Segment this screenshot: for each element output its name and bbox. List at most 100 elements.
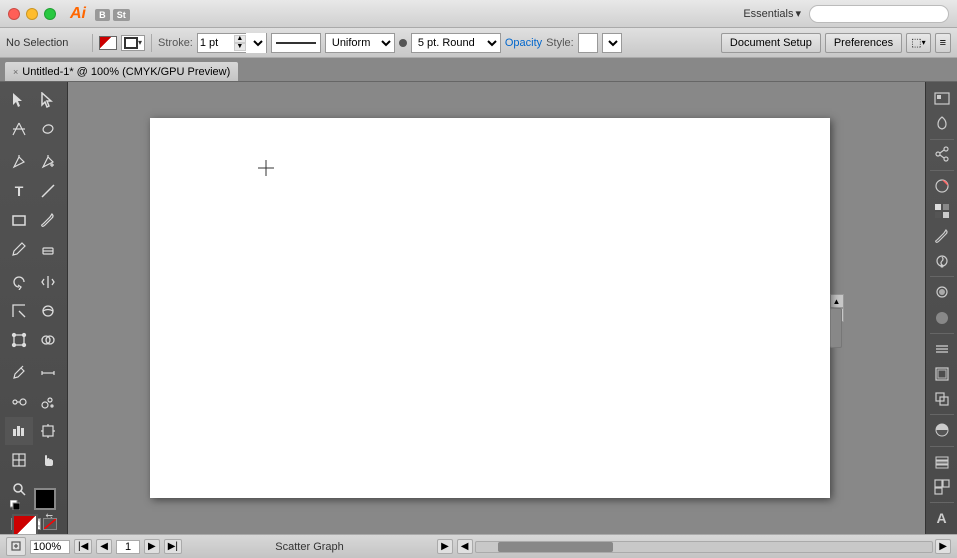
transparency-panel-button[interactable] [928, 418, 956, 442]
essentials-button[interactable]: Essentials ▾ [743, 7, 801, 20]
hscroll-thumb[interactable] [498, 542, 612, 552]
more-options-button[interactable]: ≡ [935, 33, 951, 53]
eyedropper-tool[interactable] [5, 359, 33, 387]
stroke-unit-select[interactable]: pt [246, 33, 266, 53]
align-panel-button[interactable] [928, 337, 956, 361]
symbol-sprayer-tool[interactable] [34, 388, 62, 416]
stroke-width-down[interactable]: ▼ [234, 43, 246, 51]
style-swatch[interactable] [578, 33, 598, 53]
stroke-style-dropdown[interactable]: ▾ [121, 35, 145, 51]
titlebar-right: Essentials ▾ [743, 5, 949, 23]
transform-panel-button[interactable] [928, 362, 956, 386]
column-graph-tool[interactable] [5, 417, 33, 445]
tool-row-11 [5, 388, 62, 416]
panel-separator-3 [930, 276, 954, 277]
magic-wand-tool[interactable] [5, 115, 33, 143]
style-select[interactable]: ▾ [602, 33, 622, 53]
tool-row-8 [5, 297, 62, 325]
type-tool[interactable]: T [5, 177, 33, 205]
zoom-input[interactable] [30, 540, 70, 554]
hscroll-right-button[interactable]: ▶ [935, 539, 951, 554]
slice-tool[interactable] [5, 446, 33, 474]
tab-title: Untitled-1* @ 100% (CMYK/GPU Preview) [22, 66, 230, 78]
more-options-icon: ≡ [940, 37, 946, 49]
stroke-width-input[interactable] [198, 37, 234, 49]
reflect-tool[interactable] [34, 268, 62, 296]
last-page-button[interactable]: ▶| [164, 539, 182, 554]
default-colors-icon[interactable] [10, 500, 22, 512]
share-panel-button[interactable] [928, 142, 956, 166]
shape-builder-tool[interactable] [34, 326, 62, 354]
warp-tool[interactable] [34, 297, 62, 325]
scroll-thumb[interactable] [830, 308, 842, 348]
libraries-panel-button[interactable] [928, 111, 956, 135]
free-transform-tool[interactable] [5, 326, 33, 354]
document-setup-button[interactable]: Document Setup [721, 33, 821, 53]
line-segment-tool[interactable] [34, 177, 62, 205]
panel-separator-5 [930, 414, 954, 415]
hand-tool[interactable] [34, 446, 62, 474]
canvas [150, 118, 830, 498]
symbols-panel-button[interactable] [928, 249, 956, 273]
direct-selection-tool[interactable] [34, 86, 62, 114]
search-input[interactable] [809, 5, 949, 23]
hscroll-track[interactable] [475, 541, 934, 553]
minimize-button[interactable] [26, 8, 38, 20]
stroke-width-up[interactable]: ▲ [234, 35, 246, 43]
artboard-tool[interactable] [34, 417, 62, 445]
fill-well[interactable] [12, 514, 38, 534]
measure-tool[interactable] [34, 359, 62, 387]
close-button[interactable] [8, 8, 20, 20]
zoom-tool[interactable] [5, 475, 33, 503]
fill-color-swatch[interactable] [99, 36, 117, 50]
rotate-tool[interactable] [5, 268, 33, 296]
lasso-tool[interactable] [34, 115, 62, 143]
rect-tool[interactable] [5, 206, 33, 234]
tool-row-3 [5, 148, 62, 176]
panel-separator-2 [930, 170, 954, 171]
opacity-link[interactable]: Opacity [505, 37, 542, 49]
tab-close-button[interactable]: × [13, 67, 18, 77]
dash-line-icon [276, 42, 316, 44]
color-panel-button[interactable] [928, 173, 956, 197]
preferences-button[interactable]: Preferences [825, 33, 902, 53]
char-panel-button[interactable]: A [928, 506, 956, 530]
pencil-tool[interactable] [5, 235, 33, 263]
eraser-tool[interactable] [34, 235, 62, 263]
pen-tool[interactable] [5, 148, 33, 176]
layers-panel-button[interactable] [928, 449, 956, 473]
properties-panel-button[interactable] [928, 86, 956, 110]
scroll-up-button[interactable]: ▲ [830, 294, 844, 308]
prev-page-button[interactable]: ◀ [96, 539, 112, 554]
tool-row-7 [5, 268, 62, 296]
uniform-select[interactable]: Uniform [325, 33, 395, 53]
next-page-button[interactable]: ▶ [144, 539, 160, 554]
none-button[interactable] [43, 518, 57, 530]
selection-tool[interactable] [5, 86, 33, 114]
page-input[interactable] [116, 540, 140, 554]
paintbrush-tool[interactable] [34, 206, 62, 234]
pathfinder-panel-button[interactable] [928, 387, 956, 411]
first-page-button[interactable]: |◀ [74, 539, 92, 554]
char-icon: A [936, 510, 946, 526]
arrange-icon-button[interactable]: ⬚ ▾ [906, 33, 930, 53]
document-tab[interactable]: × Untitled-1* @ 100% (CMYK/GPU Preview) [4, 61, 239, 81]
stroke-well[interactable] [34, 488, 56, 510]
export-button[interactable] [6, 537, 26, 556]
artboards-panel-button[interactable] [928, 475, 956, 499]
cap-select[interactable]: 5 pt. Round [411, 33, 501, 53]
blend-tool[interactable] [5, 388, 33, 416]
fill-stroke-swatch[interactable] [99, 36, 117, 50]
vertical-scrollbar[interactable]: ▲ ▼ [830, 294, 844, 322]
stroke-dropdown-arrow: ▾ [138, 38, 142, 47]
play-button[interactable]: ▶ [437, 539, 453, 554]
graphic-styles-panel-button[interactable] [928, 280, 956, 304]
hscroll-left-button[interactable]: ◀ [457, 539, 473, 554]
brushes-panel-button[interactable] [928, 224, 956, 248]
appearance-panel-button[interactable] [928, 306, 956, 330]
scale-tool[interactable] [5, 297, 33, 325]
add-anchor-tool[interactable] [34, 148, 62, 176]
maximize-button[interactable] [44, 8, 56, 20]
toolbar-separator-1 [92, 34, 93, 52]
swatches-panel-button[interactable] [928, 199, 956, 223]
